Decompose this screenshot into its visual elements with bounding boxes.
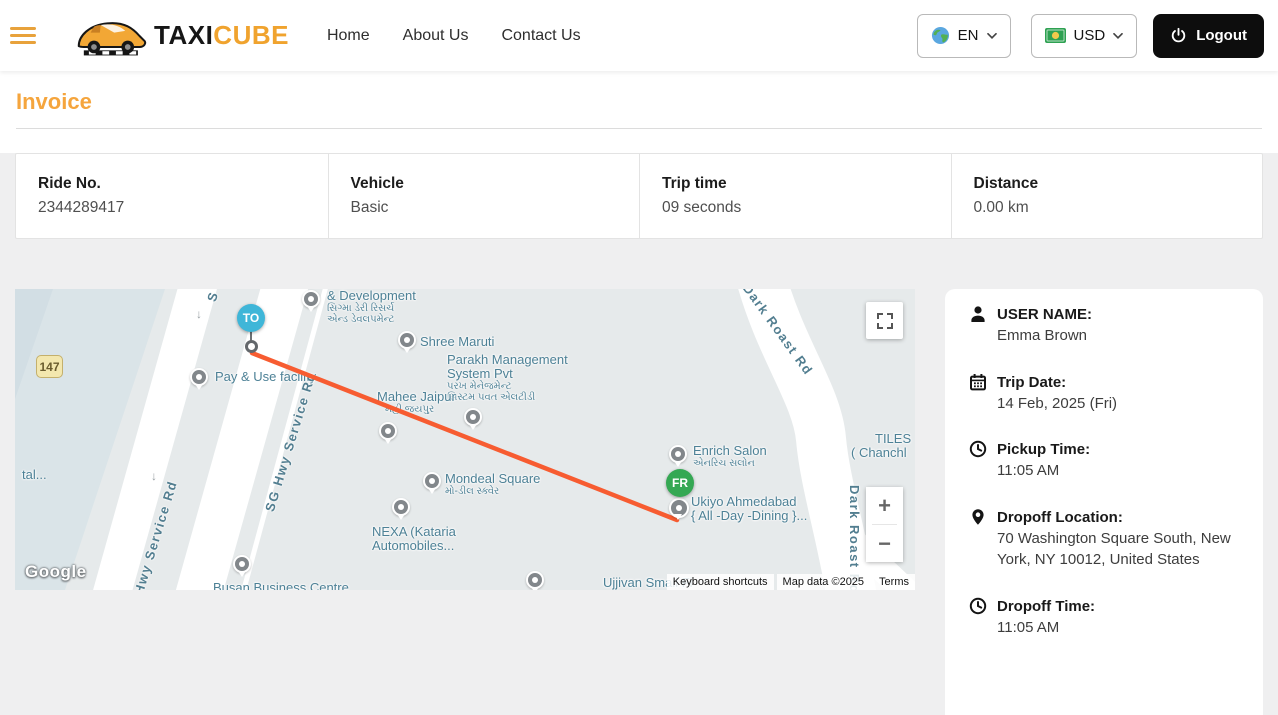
clock-icon xyxy=(969,440,987,458)
map-zoom-control: + − xyxy=(866,487,903,562)
map-label: & Development સિગ્મા ડેરી રિસર્ચ એન્ડ ડેવલ… xyxy=(327,289,416,325)
trip-details-card: USER NAME: Emma Brown Trip Date: 14 Feb,… xyxy=(945,289,1263,715)
location-pin-icon xyxy=(972,508,984,525)
brand-name: TAXICUBE xyxy=(154,20,289,50)
language-select[interactable]: EN xyxy=(916,13,1011,58)
invoice-title-section: Invoice xyxy=(0,71,1278,153)
summary-card-distance: Distance 0.00 km xyxy=(950,154,1263,238)
brand-logo[interactable]: TAXICUBE xyxy=(72,14,289,58)
nav-link-home[interactable]: Home xyxy=(327,27,370,45)
banknote-icon xyxy=(1044,28,1066,43)
poi-marker-icon xyxy=(423,472,441,494)
road-label: Hwy Service Rd xyxy=(131,478,181,590)
route-map[interactable]: & Development સિગ્મા ડેરી રિસર્ચ એન્ડ ડેવલ… xyxy=(15,289,915,590)
chevron-down-icon xyxy=(986,32,997,39)
clock-icon xyxy=(969,597,987,614)
google-logo: Google xyxy=(25,562,87,581)
hamburger-menu-icon[interactable] xyxy=(10,27,36,44)
language-value: EN xyxy=(957,27,979,44)
map-label: Ukiyo Ahmedabad{ All -Day -Dining }... xyxy=(691,494,808,523)
keyboard-shortcuts-link[interactable]: Keyboard shortcuts xyxy=(666,574,774,590)
detail-user-name: USER NAME: Emma Brown xyxy=(969,304,1241,347)
map-label: ( Chanchl xyxy=(851,445,907,460)
map-attribution: Keyboard shortcuts Map data ©2025 Terms xyxy=(666,574,915,590)
poi-marker-icon xyxy=(190,368,208,390)
terms-link[interactable]: Terms xyxy=(873,574,915,590)
road-direction-arrow-icon: ↓ xyxy=(151,469,157,483)
pickup-marker[interactable]: TO xyxy=(237,304,265,332)
currency-select[interactable]: USD xyxy=(1030,13,1138,58)
calendar-icon xyxy=(970,373,986,390)
map-label: TILES xyxy=(875,431,912,446)
poi-marker-icon xyxy=(526,571,544,590)
map-label: Mahee Jaipur મહી જયપુર xyxy=(377,389,456,416)
summary-card-trip-time: Trip time 09 seconds xyxy=(639,154,951,238)
map-label: Shree Maruti xyxy=(420,334,495,349)
zoom-out-button[interactable]: − xyxy=(866,525,903,562)
fullscreen-icon xyxy=(876,312,893,329)
map-data-copyright: Map data ©2025 xyxy=(776,574,871,590)
road-direction-arrow-icon: ↓ xyxy=(196,307,202,321)
road-label: Dark Roast Rd xyxy=(739,289,817,379)
chevron-down-icon xyxy=(1113,32,1124,39)
poi-marker-icon xyxy=(392,498,410,520)
map-fullscreen-button[interactable] xyxy=(866,302,903,339)
power-icon xyxy=(1171,27,1186,43)
detail-dropoff-location: Dropoff Location: 70 Washington Square S… xyxy=(969,507,1241,571)
currency-value: USD xyxy=(1073,27,1106,44)
nav-link-contact[interactable]: Contact Us xyxy=(501,27,580,45)
poi-marker-icon xyxy=(379,422,397,444)
detail-dropoff-time: Dropoff Time: 11:05 AM xyxy=(969,596,1241,639)
poi-marker-icon xyxy=(669,445,687,467)
road-label: SG Hwy Service Rd xyxy=(262,369,319,514)
summary-card-ride-no: Ride No. 2344289417 xyxy=(38,175,125,216)
divider xyxy=(16,128,1262,129)
map-label: Enrich Salon એનરિચ સલોન xyxy=(693,443,767,470)
detail-pickup-time: Pickup Time: 11:05 AM xyxy=(969,439,1241,482)
pickup-marker-dot-icon xyxy=(245,340,258,353)
ride-summary-cards: Ride No. 2344289417 Vehicle Basic Trip t… xyxy=(15,153,1263,239)
logout-button[interactable]: Logout xyxy=(1153,13,1264,58)
map-label: Mondeal Square મો-ડીલ સ્ક્વેર xyxy=(445,471,541,498)
dropoff-poi-marker-icon xyxy=(669,498,689,520)
poi-marker-icon xyxy=(464,408,482,430)
poi-marker-icon xyxy=(233,555,251,577)
top-navigation-bar: TAXICUBE Home About Us Contact Us EN USD xyxy=(0,0,1278,71)
map-label: NEXA (Kataria Automobiles... xyxy=(372,524,456,553)
main-nav: Home About Us Contact Us xyxy=(327,27,581,45)
road-label: S xyxy=(204,289,222,304)
poi-marker-icon xyxy=(398,331,416,353)
detail-trip-date: Trip Date: 14 Feb, 2025 (Fri) xyxy=(969,372,1241,415)
globe-icon xyxy=(931,26,949,45)
dropoff-marker[interactable]: FR xyxy=(666,469,694,497)
user-icon xyxy=(971,306,985,322)
map-label: tal... xyxy=(22,467,47,482)
route-shield-147: 147 xyxy=(36,355,63,378)
poi-marker-icon xyxy=(302,290,320,312)
map-label: Parakh Management System Pvt પરખ મેનેજમેન્… xyxy=(447,352,568,404)
zoom-in-button[interactable]: + xyxy=(866,487,903,524)
nav-link-about[interactable]: About Us xyxy=(403,27,469,45)
map-label: Busan Business Centre xyxy=(213,580,349,591)
page-title: Invoice xyxy=(16,89,92,114)
taxi-car-icon xyxy=(77,21,147,55)
summary-card-vehicle: Vehicle Basic xyxy=(327,154,640,238)
